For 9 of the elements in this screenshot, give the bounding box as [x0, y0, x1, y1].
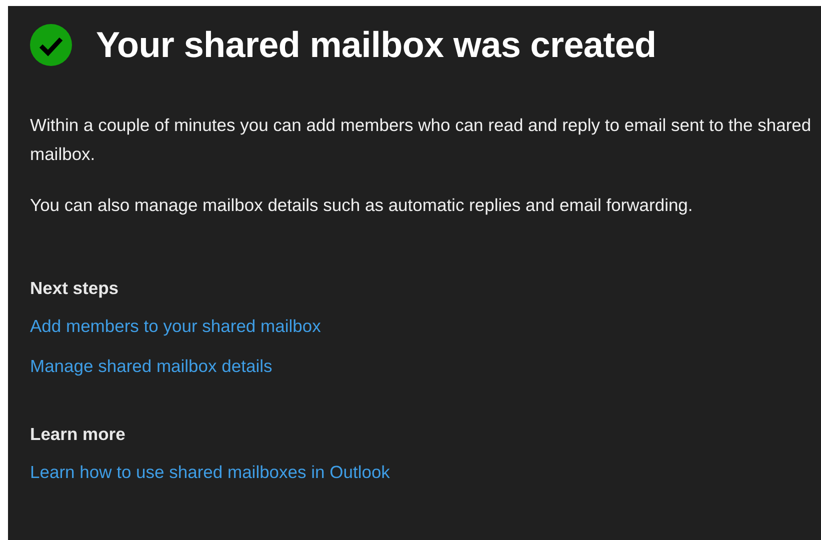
success-title: Your shared mailbox was created: [96, 24, 656, 66]
link[interactable]: Add members to your shared mailbox: [30, 314, 321, 338]
link[interactable]: Manage shared mailbox details: [30, 354, 272, 378]
checkmark-icon: [30, 24, 72, 66]
link[interactable]: Learn how to use shared mailboxes in Outlook: [30, 460, 390, 484]
section-heading: Next steps: [30, 277, 120, 300]
section-heading: Learn more: [30, 423, 126, 446]
description-text: You can also manage mailbox details such as automatic replies and email forwarding.: [30, 194, 694, 217]
description-text: Within a couple of minutes you can add members who can read and reply to email sent to the shared mailbox.: [30, 114, 812, 166]
